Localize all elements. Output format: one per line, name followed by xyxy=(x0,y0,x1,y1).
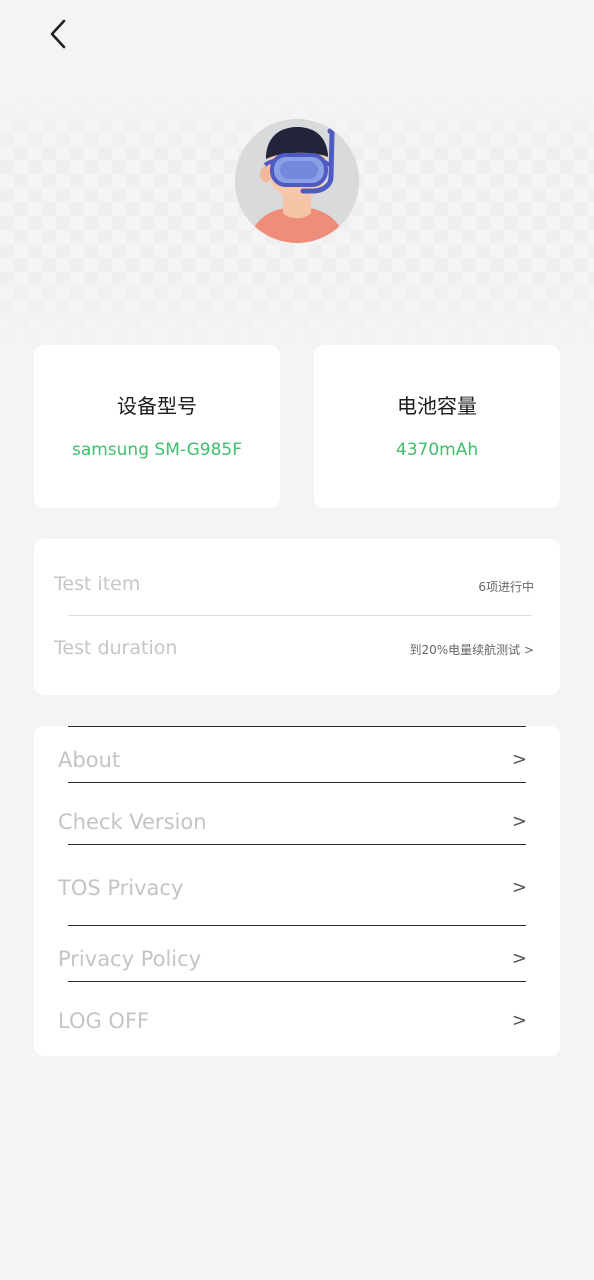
battery-capacity-title: 电池容量 xyxy=(397,394,477,418)
settings-menu-card: About > Check Version > TOS Privacy > Pr… xyxy=(34,726,560,1056)
test-divider xyxy=(68,615,532,616)
test-item-value: 6项进行中 xyxy=(478,580,534,594)
battery-capacity-card: 电池容量 4370mAh xyxy=(314,345,560,508)
chevron-right-icon: > xyxy=(511,1010,527,1031)
device-model-value: samsung SM-G985F xyxy=(71,440,243,460)
menu-divider xyxy=(68,726,526,727)
menu-item-privacy-policy[interactable]: Privacy Policy > xyxy=(58,941,527,977)
menu-divider xyxy=(68,782,526,783)
menu-item-about[interactable]: About > xyxy=(58,742,527,778)
menu-item-log-off[interactable]: LOG OFF > xyxy=(58,1003,527,1039)
menu-item-label: Check Version xyxy=(58,810,207,834)
menu-item-tos-privacy[interactable]: TOS Privacy > xyxy=(58,870,527,906)
test-duration-label: Test duration xyxy=(54,637,178,659)
test-duration-link[interactable]: 到20%电量续航测试 > xyxy=(409,641,534,658)
chevron-right-icon: > xyxy=(511,811,527,832)
battery-capacity-value: 4370mAh xyxy=(395,440,479,460)
back-button[interactable] xyxy=(38,12,78,56)
user-avatar-icon xyxy=(235,119,359,243)
menu-item-label: LOG OFF xyxy=(58,1009,150,1033)
menu-divider xyxy=(68,844,526,845)
menu-divider xyxy=(68,925,526,926)
chevron-right-icon: > xyxy=(511,749,527,770)
menu-item-label: About xyxy=(58,748,121,772)
menu-item-check-version[interactable]: Check Version > xyxy=(58,804,527,840)
menu-divider xyxy=(68,981,526,982)
avatar xyxy=(235,119,359,243)
menu-item-label: Privacy Policy xyxy=(58,947,202,971)
device-model-card: 设备型号 samsung SM-G985F xyxy=(34,345,280,508)
menu-item-label: TOS Privacy xyxy=(58,876,184,900)
chevron-right-icon: > xyxy=(511,948,527,969)
chevron-left-icon xyxy=(50,19,66,49)
test-item-label: Test item xyxy=(54,573,141,595)
device-model-title: 设备型号 xyxy=(117,394,197,418)
test-info-card: Test item 6项进行中 Test duration 到20%电量续航测试… xyxy=(34,539,560,695)
chevron-right-icon: > xyxy=(511,877,527,898)
